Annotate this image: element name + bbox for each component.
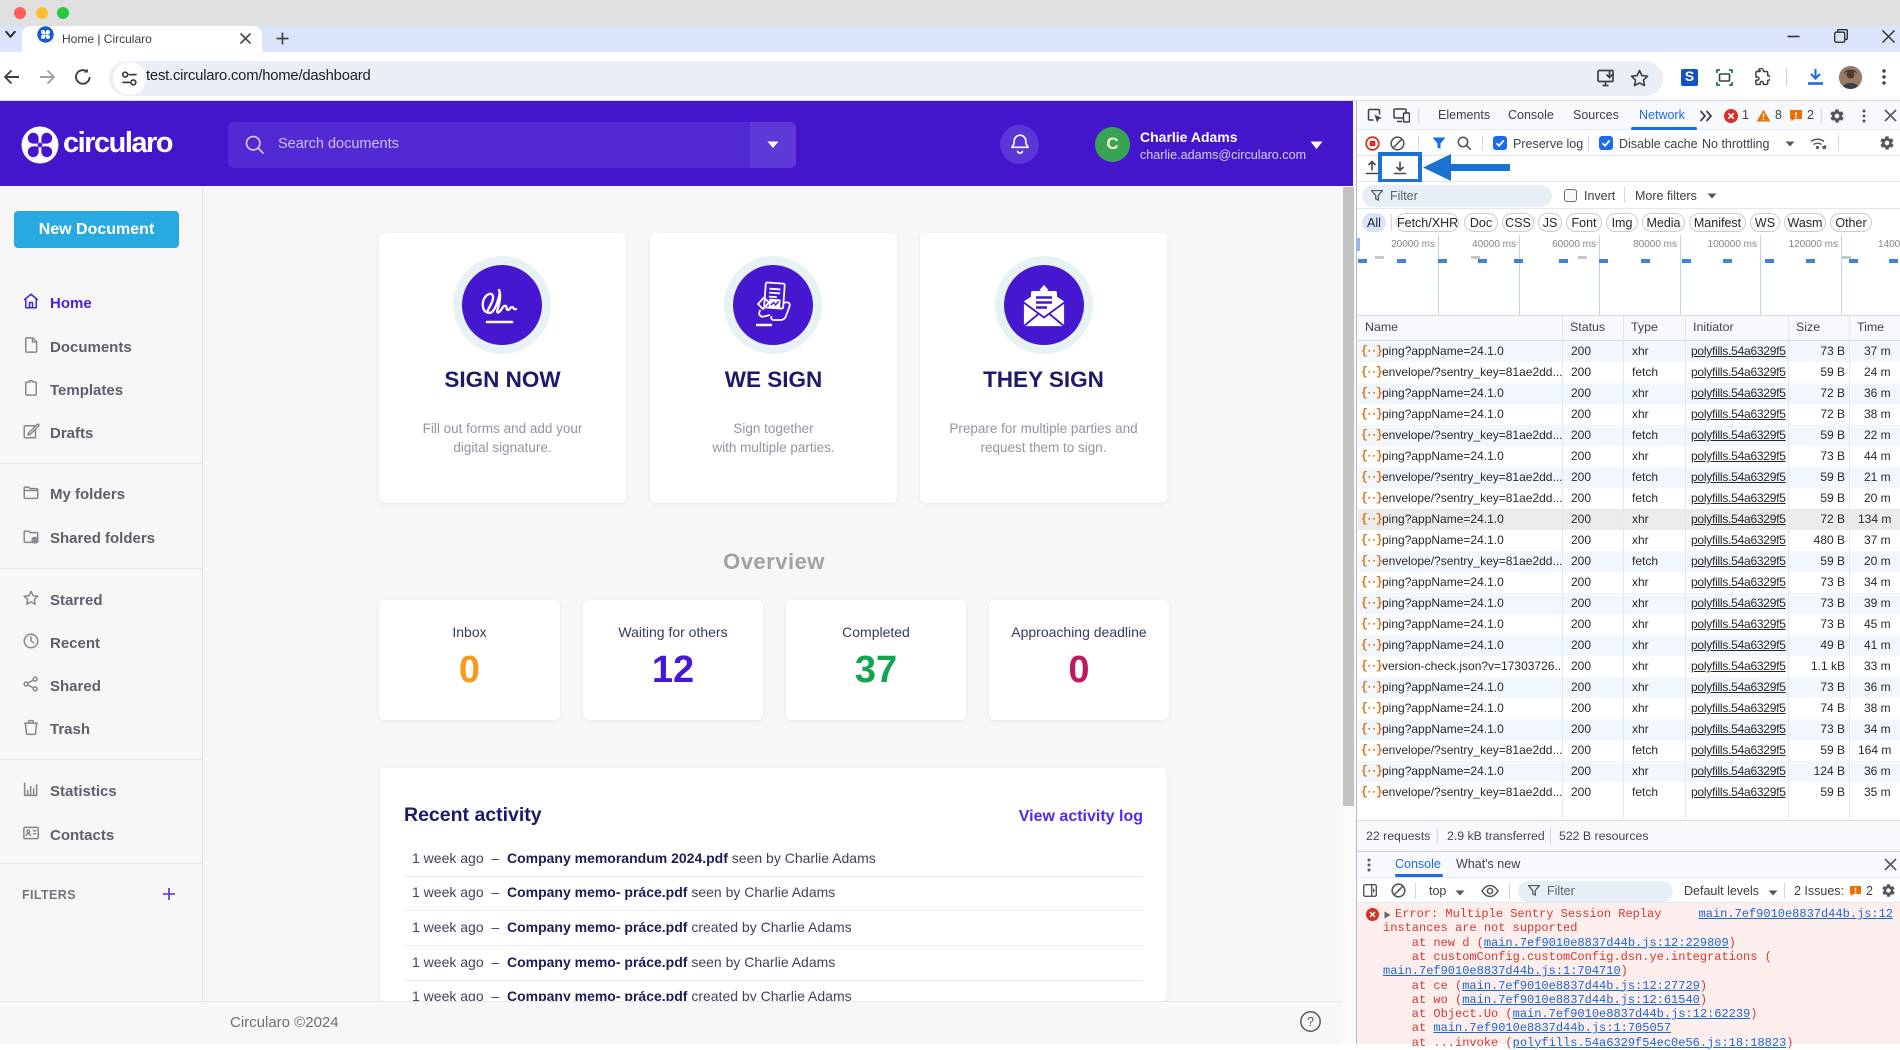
svg-text:?: ? [1307, 1015, 1314, 1029]
